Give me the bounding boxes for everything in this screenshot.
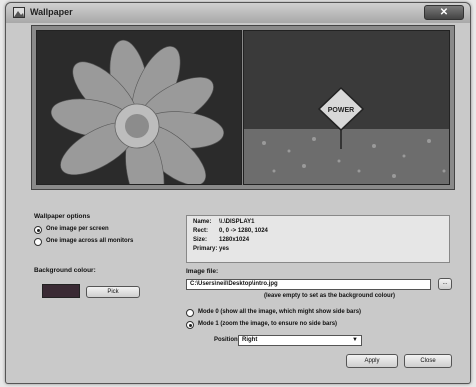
power-sign-image: POWER (244, 31, 449, 184)
image-file-input[interactable]: C:\Users\neil\Desktop\intro.jpg (186, 279, 431, 290)
sign-text: POWER (328, 107, 354, 114)
rect-key: Rect: (193, 228, 209, 234)
wallpaper-options-heading: Wallpaper options (34, 213, 91, 220)
mode-1-label: Mode 1 (zoom the image, to ensure no sid… (198, 321, 338, 327)
name-value: \\.\DISPLAY1 (219, 219, 255, 225)
option-one-image-across-monitors-label: One image across all monitors (46, 238, 134, 244)
close-icon: ✕ (439, 7, 449, 18)
size-value: 1280x1024 (219, 237, 250, 243)
primary-value: yes (219, 246, 230, 252)
pick-colour-button[interactable]: Pick (86, 286, 140, 298)
window-title: Wallpaper (30, 7, 73, 17)
primary-key: Primary: (193, 246, 218, 252)
position-select[interactable]: Right ▼ (238, 335, 362, 346)
image-file-label: Image file: (186, 268, 219, 275)
wallpaper-window: Wallpaper ✕ POWER Wallpaper options One … (5, 2, 471, 384)
close-button[interactable]: Close (404, 354, 452, 368)
browse-button[interactable]: ... (438, 278, 452, 290)
rect-value: 0, 0 -> 1280, 1024 (219, 228, 268, 234)
radio-one-image-across-monitors[interactable] (34, 238, 42, 246)
size-key: Size: (193, 237, 208, 243)
radio-mode-1[interactable] (186, 321, 194, 329)
title-bar: Wallpaper ✕ (6, 3, 470, 23)
flower-image (37, 31, 241, 184)
window-close-button[interactable]: ✕ (424, 5, 464, 20)
background-colour-label: Background colour: (34, 267, 96, 274)
option-one-image-per-screen-label: One image per screen (46, 226, 109, 232)
monitor-2-preview[interactable]: POWER (243, 30, 450, 185)
image-file-hint: (leave empty to set as the background co… (264, 293, 396, 299)
monitor-1-preview[interactable] (36, 30, 242, 185)
monitor-preview: POWER (31, 25, 455, 190)
position-select-value: Right (242, 337, 258, 343)
position-label: Position: (214, 337, 240, 343)
radio-one-image-per-screen[interactable] (34, 226, 42, 234)
wallpaper-app-icon (13, 7, 25, 18)
name-key: Name: (193, 219, 212, 225)
chevron-down-icon: ▼ (352, 337, 358, 343)
mode-0-label: Mode 0 (show all the image, which might … (198, 309, 362, 315)
radio-mode-0[interactable] (186, 309, 194, 317)
apply-button[interactable]: Apply (346, 354, 398, 368)
background-colour-swatch (42, 284, 80, 298)
monitor-info-box: Name: \\.\DISPLAY1 Rect: 0, 0 -> 1280, 1… (186, 215, 450, 263)
